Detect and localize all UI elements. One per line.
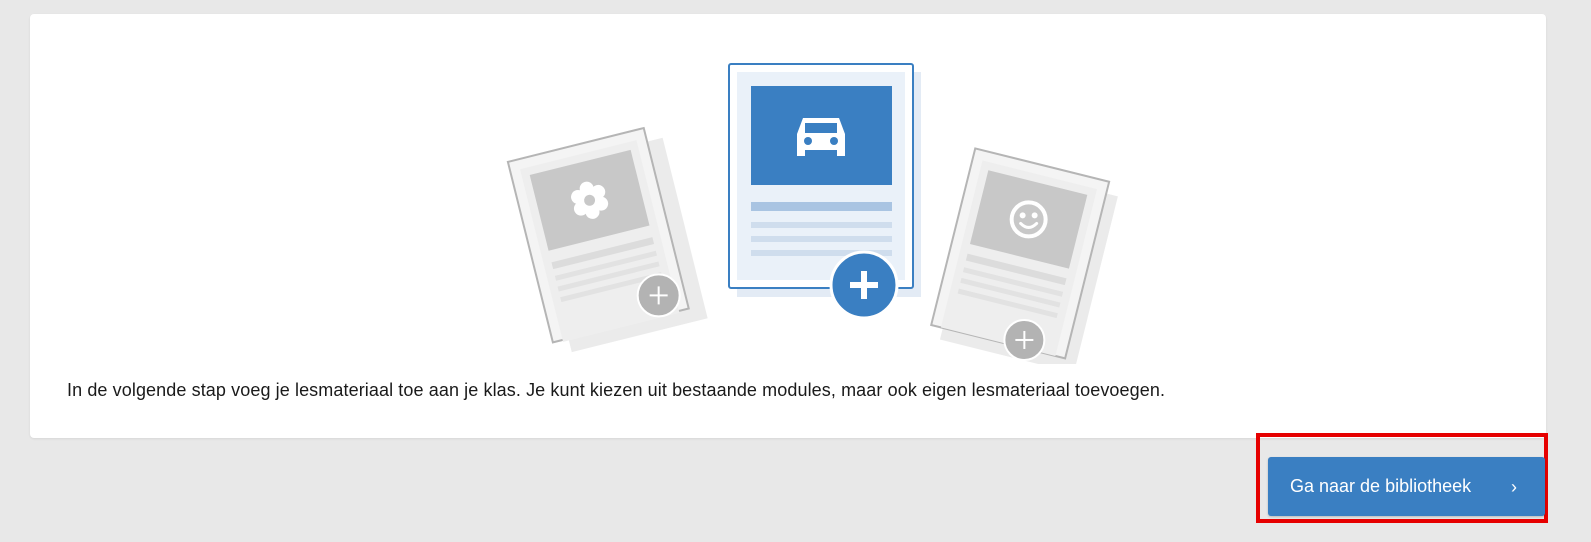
illustration-svg: [506, 63, 1118, 364]
info-card: In de volgende stap voeg je lesmateriaal…: [30, 14, 1546, 438]
lesmateriaal-illustration: [500, 44, 1140, 364]
left-document: [506, 126, 708, 353]
go-to-library-label: Ga naar de bibliotheek: [1290, 476, 1472, 496]
page: In de volgende stap voeg je lesmateriaal…: [0, 0, 1591, 542]
right-document: [930, 147, 1118, 364]
card-description: In de volgende stap voeg je lesmateriaal…: [67, 380, 1166, 400]
plus-icon: [636, 273, 681, 318]
plus-icon: [829, 250, 899, 320]
plus-icon: [1003, 318, 1046, 361]
center-document: [728, 63, 921, 320]
chevron-right-icon: ›: [1511, 476, 1517, 497]
go-to-library-button[interactable]: Ga naar de bibliotheek ›: [1268, 457, 1545, 516]
